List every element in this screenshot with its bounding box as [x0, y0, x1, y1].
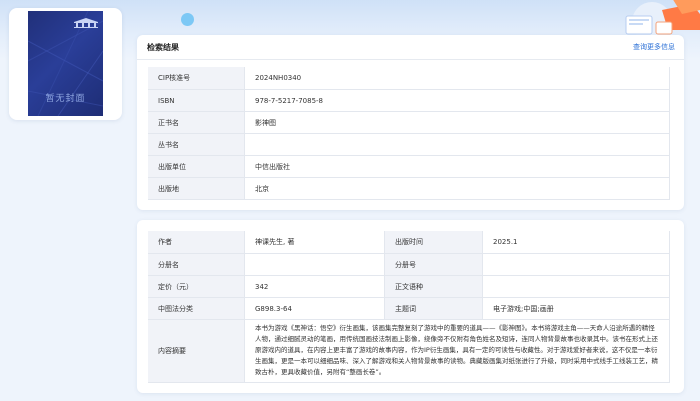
clc-value: G898.3-64 [245, 298, 385, 320]
no-cover-text: 暂无封面 [45, 94, 86, 104]
series-label: 丛书名 [148, 134, 245, 156]
search-result-title: 检索结果 [147, 43, 179, 52]
publisher-label: 出版单位 [148, 156, 245, 178]
author-label: 作者 [148, 231, 245, 254]
volume-name-label: 分册名 [148, 254, 245, 276]
book-cover-card: 暂无封面 [9, 8, 122, 120]
search-result-card: 检索结果 查询更多信息 CIP核准号 2024NH0340 ISBN 978-7… [137, 35, 684, 210]
decorative-dot [181, 13, 194, 26]
title-label: 正书名 [148, 112, 245, 134]
language-value [483, 276, 670, 298]
author-value: 神课先生, 著 [245, 231, 385, 254]
book-details-card: 作者 神课先生, 著 出版时间 2025.1 分册名 分册号 定价（元） 342… [137, 220, 684, 393]
summary-text: 本书为游戏《黑神话：悟空》衍生画集，该画集完整复刻了游戏中的重要的道具——《影神… [245, 320, 670, 383]
publisher-value: 中信出版社 [245, 156, 670, 178]
title-divider [137, 59, 684, 60]
subject-value: 电子游戏;中国;画册 [483, 298, 670, 320]
series-value [245, 134, 670, 156]
isbn-label: ISBN [148, 90, 245, 112]
publisher-logo-icon [74, 18, 98, 28]
pub-time-value: 2025.1 [483, 231, 670, 254]
book-cover-placeholder: 暂无封面 [28, 11, 103, 116]
clc-label: 中图法分类 [148, 298, 245, 320]
volume-no-label: 分册号 [385, 254, 483, 276]
pub-place-label: 出版地 [148, 178, 245, 200]
volume-name-value [245, 254, 385, 276]
language-label: 正文语种 [385, 276, 483, 298]
price-value: 342 [245, 276, 385, 298]
title-value: 影神图 [245, 112, 670, 134]
query-more-link[interactable]: 查询更多信息 [633, 42, 675, 52]
pub-place-value: 北京 [245, 178, 670, 200]
subject-label: 主题词 [385, 298, 483, 320]
pub-time-label: 出版时间 [385, 231, 483, 254]
summary-label: 内容摘要 [148, 320, 245, 383]
isbn-value: 978-7-5217-7085-8 [245, 90, 670, 112]
volume-no-value [483, 254, 670, 276]
cip-value: 2024NH0340 [245, 67, 670, 90]
cip-label: CIP核准号 [148, 67, 245, 90]
price-label: 定价（元） [148, 276, 245, 298]
